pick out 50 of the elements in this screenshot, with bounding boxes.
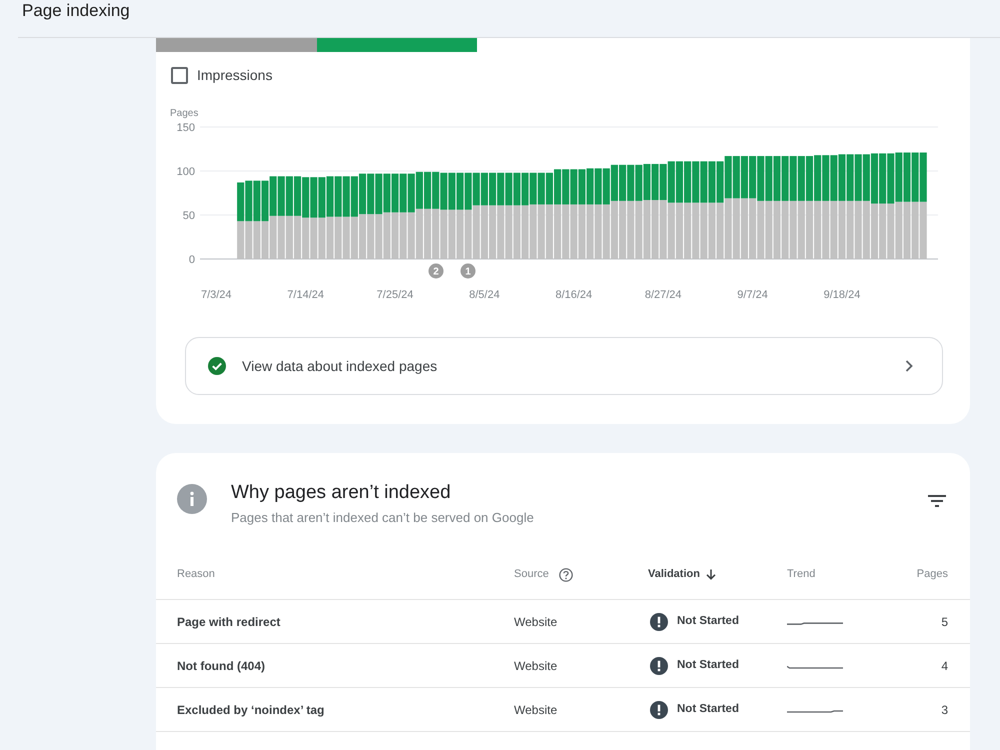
page-count: 5: [941, 614, 948, 630]
exclamation-circle-icon: [650, 700, 668, 718]
trend-sparkline: [787, 663, 843, 671]
sort-down-arrow-icon[interactable]: [706, 569, 716, 580]
x-axis-label: 7/25/24: [376, 289, 414, 301]
x-axis-label: 8/27/24: [644, 289, 682, 301]
column-header[interactable]: Pages: [916, 566, 948, 583]
x-axis-label: 8/16/24: [555, 289, 592, 301]
column-header[interactable]: Reason: [177, 566, 215, 583]
validation-status: Not Started: [677, 658, 739, 673]
validation-status: Not Started: [677, 614, 739, 629]
chevron-right-icon: [905, 360, 913, 372]
y-axis-label: 50: [182, 210, 195, 222]
reason-text: Page with redirect: [177, 614, 282, 630]
column-header[interactable]: Source: [514, 566, 549, 583]
validation-status: Not Started: [677, 702, 739, 717]
y-axis-label: 150: [176, 122, 195, 134]
exclamation-circle-icon: [650, 656, 668, 674]
axis-title: Pages: [170, 108, 198, 119]
source-text: Website: [514, 658, 558, 674]
page-count: 4: [941, 658, 948, 674]
annotation-marker[interactable]: 2: [428, 264, 444, 278]
panel-title: Why pages aren’t indexed: [231, 482, 452, 504]
check-circle-icon: [208, 357, 226, 375]
y-axis-label: 0: [188, 254, 195, 266]
page-count: 3: [941, 702, 948, 718]
x-axis-label: 9/7/24: [737, 289, 768, 301]
help-icon[interactable]: [558, 568, 573, 582]
x-axis-label: 7/14/24: [287, 289, 324, 301]
filter-icon[interactable]: [928, 495, 946, 507]
page-title: Page indexing: [22, 0, 130, 22]
source-text: Website: [514, 702, 558, 718]
column-header[interactable]: Trend: [787, 566, 816, 583]
x-axis-label: 7/3/24: [200, 289, 232, 301]
exclamation-circle-icon: [650, 612, 668, 630]
x-axis-label: 9/18/24: [824, 289, 860, 301]
metric-tile[interactable]: [317, 38, 477, 52]
indexed-pages-link[interactable]: View data about indexed pages: [185, 337, 943, 395]
info-icon: [177, 484, 207, 514]
checkbox[interactable]: [171, 66, 188, 84]
x-axis-label: 8/5/24: [469, 289, 500, 301]
metric-tile[interactable]: [156, 38, 317, 52]
y-axis-label: 100: [176, 166, 195, 178]
source-text: Website: [514, 614, 558, 630]
reason-text: Not found (404): [177, 658, 266, 674]
reason-text: Excluded by ‘noindex’ tag: [177, 702, 326, 718]
annotation-marker[interactable]: 1: [460, 264, 476, 278]
column-header[interactable]: Validation: [648, 566, 700, 583]
checkbox-label: Impressions: [197, 66, 272, 85]
panel-subtitle: Pages that aren’t indexed can’t be served on Google: [231, 509, 534, 527]
